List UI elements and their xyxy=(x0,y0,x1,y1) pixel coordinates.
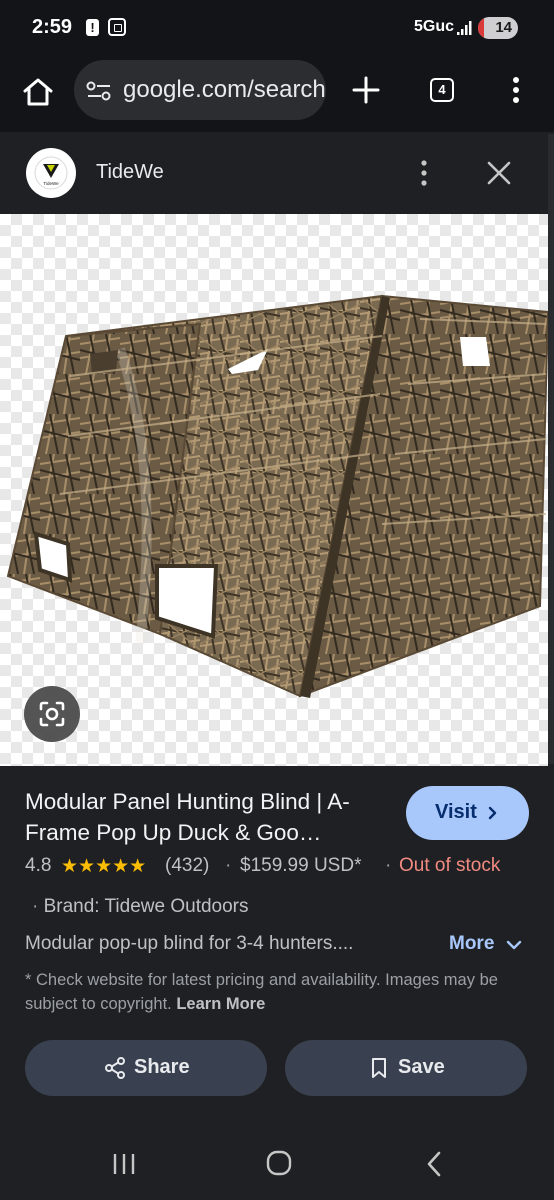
status-time: 2:59 xyxy=(32,16,73,38)
site-logo: TideWe xyxy=(26,148,76,198)
close-icon[interactable] xyxy=(484,158,514,188)
disclaimer: * Check website for latest pricing and a… xyxy=(25,968,525,1016)
system-nav-bar xyxy=(0,1126,554,1200)
share-button[interactable]: Share xyxy=(25,1040,267,1096)
back-icon[interactable] xyxy=(424,1150,444,1178)
save-button[interactable]: Save xyxy=(285,1040,527,1096)
share-label: Share xyxy=(134,1056,190,1078)
separator-dot: · xyxy=(385,855,392,876)
site-name[interactable]: TideWe xyxy=(96,161,164,184)
plus-icon[interactable] xyxy=(350,74,382,106)
separator-dot: · xyxy=(225,855,232,876)
google-lens-button[interactable] xyxy=(24,686,80,742)
recent-apps-icon[interactable] xyxy=(112,1152,136,1176)
home-nav-icon[interactable] xyxy=(266,1150,292,1176)
more-button[interactable]: More xyxy=(449,933,494,955)
tune-icon[interactable] xyxy=(86,80,112,102)
tidewe-logo-icon: TideWe xyxy=(34,156,68,190)
price: $159.99 USD* xyxy=(240,855,362,876)
sheet-header: TideWe TideWe xyxy=(0,134,548,214)
star-rating-icon: ★★★★★ xyxy=(61,856,147,877)
chevron-down-icon[interactable] xyxy=(506,938,522,952)
visit-label: Visit xyxy=(435,801,477,823)
battery-fill xyxy=(478,17,484,39)
more-vert-icon[interactable] xyxy=(414,158,434,188)
address-bar[interactable]: google.com/search xyxy=(74,60,326,120)
review-count: (432) xyxy=(165,855,210,876)
share-icon xyxy=(105,1057,125,1079)
scrollbar[interactable] xyxy=(548,134,554,764)
battery-icon: 14 xyxy=(478,17,518,39)
home-icon[interactable] xyxy=(18,72,58,112)
product-image[interactable] xyxy=(0,214,548,766)
product-image-area[interactable] xyxy=(0,214,548,766)
alert-icon: ! xyxy=(86,19,99,36)
battery-level: 14 xyxy=(495,19,512,36)
status-bar: 2:59 ! 5Guc 14 xyxy=(0,0,554,56)
brand: Brand: Tidewe Outdoors xyxy=(43,896,249,917)
url-text[interactable]: google.com/search xyxy=(123,76,326,104)
learn-more-link[interactable]: Learn More xyxy=(176,995,265,1013)
separator-dot: · xyxy=(32,896,44,917)
product-description: Modular pop-up blind for 3-4 hunters.... xyxy=(25,933,354,954)
bookmark-icon xyxy=(372,1058,386,1078)
network-type: 5Guc xyxy=(414,18,455,35)
tabs-icon[interactable]: 4 xyxy=(430,78,454,102)
chevron-right-icon xyxy=(488,806,497,820)
visit-button[interactable]: Visit xyxy=(406,786,529,840)
browser-toolbar: google.com/search 4 xyxy=(0,56,554,132)
rating-value: 4.8 xyxy=(25,855,52,876)
brand-line: · Brand: Tidewe Outdoors xyxy=(32,896,249,918)
screenshot-icon xyxy=(108,18,126,36)
more-vert-icon[interactable] xyxy=(508,74,524,106)
signal-icon xyxy=(457,21,472,35)
lens-icon xyxy=(39,701,65,727)
logo-wordmark: TideWe xyxy=(43,181,59,186)
save-label: Save xyxy=(398,1056,445,1078)
stock-status: Out of stock xyxy=(399,855,501,876)
product-title[interactable]: Modular Panel Hunting Blind | A-Frame Po… xyxy=(25,786,385,848)
